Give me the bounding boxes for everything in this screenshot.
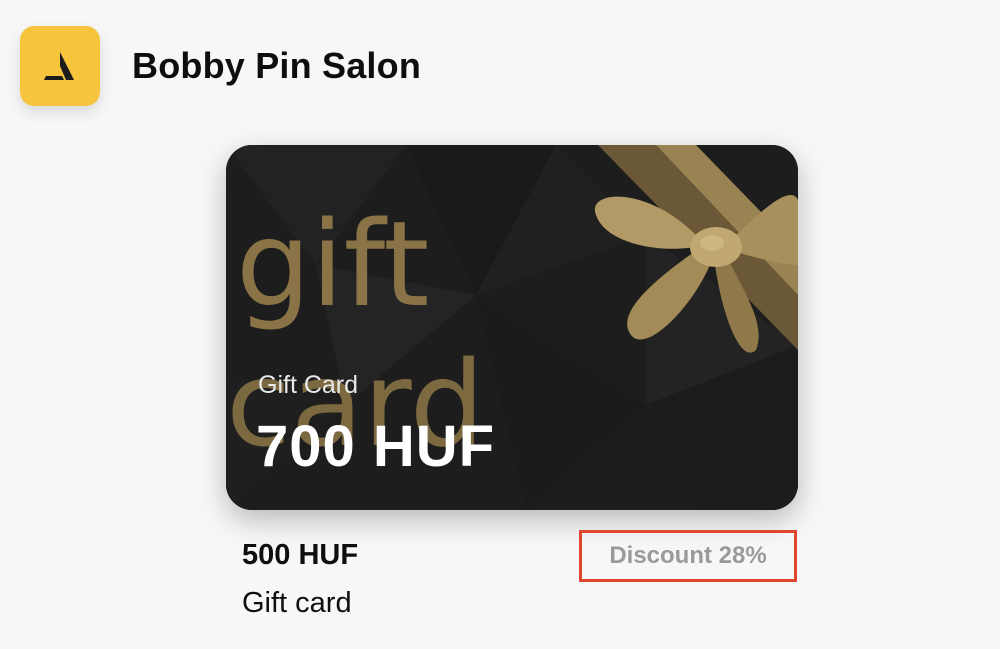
- product-name: Gift card: [242, 587, 352, 619]
- gift-card-label: Gift Card: [258, 371, 359, 399]
- salon-name: Bobby Pin Salon: [132, 45, 422, 86]
- discount-badge: Discount 28%: [579, 530, 797, 582]
- header: Bobby Pin Salon: [20, 26, 421, 106]
- product-price: 500 HUF: [242, 539, 359, 571]
- salon-logo-icon[interactable]: [20, 26, 100, 106]
- card-bg-text-gift: gift: [236, 195, 429, 333]
- gift-card-image[interactable]: gift card Gift Card 700 HUF: [226, 145, 798, 510]
- gift-card-amount: 700 HUF: [256, 414, 496, 479]
